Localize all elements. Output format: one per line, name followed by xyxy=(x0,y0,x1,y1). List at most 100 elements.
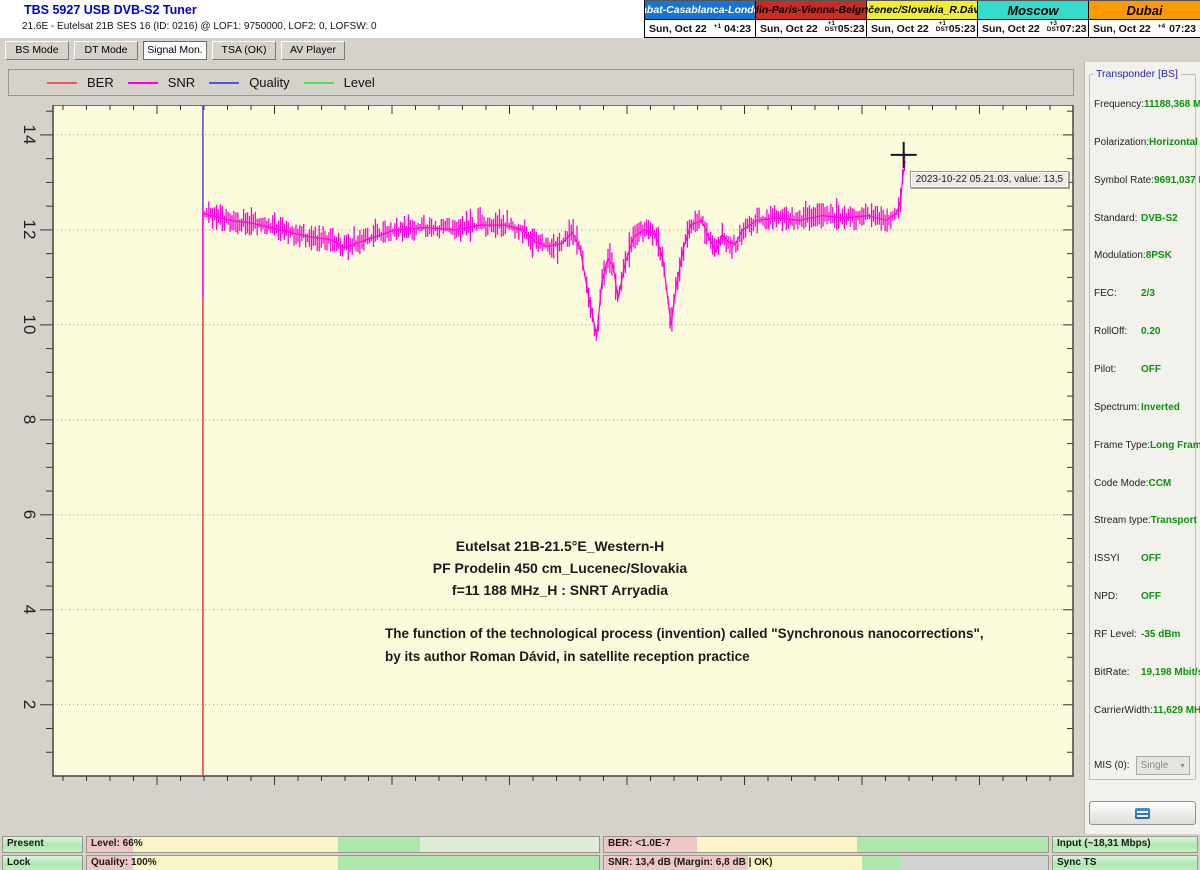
ber-label: BER: <1.0E-7 xyxy=(608,838,671,849)
quality-bar: Quality: 100% xyxy=(86,855,600,870)
tab-bs-mode[interactable]: BS Mode xyxy=(5,41,69,60)
list-icon xyxy=(1135,808,1150,819)
transponder-row: Standard:DVB-S2 xyxy=(1094,212,1196,225)
annotation-line: The function of the technological proces… xyxy=(385,622,1065,645)
tab-av-player[interactable]: AV Player xyxy=(281,41,345,60)
clock-city-label: Rabat-Casablanca-London xyxy=(645,1,755,20)
snr-plot xyxy=(38,105,1080,793)
app-title: TBS 5927 USB DVB-S2 Tuner xyxy=(24,3,197,17)
transponder-row: CarrierWidth:11,629 MHz xyxy=(1094,704,1196,717)
bar-zone xyxy=(901,856,1048,870)
legend-item-quality: Quality xyxy=(209,75,289,90)
annotation-line: f=11 188 MHz_H : SNRT Arryadia xyxy=(380,579,740,601)
param-label: Polarization: xyxy=(1094,136,1149,149)
transponder-row: RF Level:-35 dBm xyxy=(1094,628,1196,641)
bar-zone xyxy=(133,856,338,870)
clock-date: Sun, Oct 22 xyxy=(871,23,929,35)
tab-signal-mon[interactable]: Signal Mon. xyxy=(143,41,207,60)
legend-label: Level xyxy=(344,75,375,90)
clock-date-time: Sun, Oct 22 +1DST05:23 xyxy=(756,20,866,38)
y-axis-tick-label: 12 xyxy=(19,219,39,240)
sync-ts-bar: Sync TS xyxy=(1052,855,1198,870)
clock-date-time: Sun, Oct 22+1DST05:23 xyxy=(867,20,977,38)
tbs-viewer-window: TBS 5927 USB DVB-S2 Tuner 21.6E - Eutels… xyxy=(0,0,1200,870)
transponder-row: Spectrum:Inverted xyxy=(1094,401,1196,414)
level-bar: Level: 66% xyxy=(86,836,600,853)
clock-city-label: Lučenec/Slovakia_R.Dávid xyxy=(867,1,977,20)
annotation-line: Eutelsat 21B-21.5°E_Western-H xyxy=(380,535,740,557)
tab-tsa-ok[interactable]: TSA (OK) xyxy=(212,41,276,60)
mis-dropdown[interactable]: Single ▾ xyxy=(1136,756,1190,775)
chart-annotation-reception: Eutelsat 21B-21.5°E_Western-H PF Prodeli… xyxy=(380,535,740,601)
transponder-row: RollOff:0.20 xyxy=(1094,325,1196,338)
param-label: Modulation: xyxy=(1094,249,1146,262)
clock-time: 05:23 xyxy=(949,23,976,35)
clock-utc-offset: +1DST xyxy=(825,21,838,33)
param-label: RollOff: xyxy=(1094,325,1141,338)
y-axis-tick-label: 4 xyxy=(19,605,39,615)
bar-zone xyxy=(857,837,1048,852)
transponder-row: ISSYIOFF xyxy=(1094,552,1196,565)
legend-label: SNR xyxy=(168,75,195,90)
clock-utc-offset: +4 xyxy=(1158,24,1165,30)
param-value: OFF xyxy=(1141,553,1161,564)
param-value: 11188,368 MHz xyxy=(1144,99,1200,110)
stream-list-button[interactable] xyxy=(1089,801,1196,825)
chart-annotation-invention: The function of the technological proces… xyxy=(385,622,1065,668)
clock-city-label: Moscow xyxy=(978,1,1088,20)
clock-city-label: Berlin-Paris-Vienna-Belgrade xyxy=(756,1,866,20)
param-value: -35 dBm xyxy=(1141,629,1180,640)
legend-line-swatch xyxy=(47,82,77,84)
clock-time: 05:23 xyxy=(838,23,865,35)
param-label: RF Level: xyxy=(1094,628,1141,641)
bar-zone xyxy=(420,837,599,852)
legend-line-swatch xyxy=(128,82,158,84)
chevron-down-icon: ▾ xyxy=(1181,761,1185,770)
param-label: Symbol Rate: xyxy=(1094,174,1154,187)
param-label: NPD: xyxy=(1094,590,1141,603)
y-axis-tick-label: 14 xyxy=(19,124,39,145)
transponder-sidebar: Transponder [BS] Frequency:11188,368 MHz… xyxy=(1084,62,1200,834)
y-axis-tick-label: 6 xyxy=(19,510,39,520)
main-content: BERSNRQualityLevel 2468101214 Eutelsat 2… xyxy=(0,62,1200,834)
mis-label: MIS (0): xyxy=(1094,760,1130,771)
param-value: 11,629 MHz xyxy=(1153,705,1200,716)
legend-line-swatch xyxy=(209,82,239,84)
param-value: CCM xyxy=(1148,478,1171,489)
clock-date-time: Sun, Oct 22+104:23 xyxy=(645,20,755,38)
param-value: DVB-S2 xyxy=(1141,213,1178,224)
param-label: Spectrum: xyxy=(1094,401,1141,414)
transponder-row: Pilot:OFF xyxy=(1094,363,1196,376)
clock-time: 07:23 xyxy=(1169,23,1196,35)
annotation-line: by its author Roman Dávid, in satellite … xyxy=(385,645,1065,668)
param-label: FEC: xyxy=(1094,287,1141,300)
signal-status-bars: PresentLevel: 66%BER: <1.0E-7Input (~18,… xyxy=(0,834,1200,870)
param-label: Stream type: xyxy=(1094,514,1151,527)
transponder-row: Polarization:Horizontal xyxy=(1094,136,1196,149)
param-label: Frame Type: xyxy=(1094,439,1150,452)
param-label: CarrierWidth: xyxy=(1094,704,1153,717)
param-value: 0.20 xyxy=(1141,326,1160,337)
bar-zone xyxy=(338,856,599,870)
param-value: 2/3 xyxy=(1141,288,1155,299)
tab-dt-mode[interactable]: DT Mode xyxy=(74,41,138,60)
clock-time: 07:23 xyxy=(1060,23,1087,35)
clock-utc-offset: +1 xyxy=(714,24,721,30)
transponder-row: FEC:2/3 xyxy=(1094,287,1196,300)
transponder-row: Symbol Rate:9691,037 KS/s xyxy=(1094,174,1196,187)
legend-label: Quality xyxy=(249,75,289,90)
clock-date: Sun, Oct 22 xyxy=(760,23,818,35)
chart-value-tooltip: 2023-10-22 05.21.03, value: 13,5 xyxy=(910,171,1069,188)
clock-time: 04:23 xyxy=(724,23,751,35)
world-clocks: Rabat-Casablanca-LondonSun, Oct 22+104:2… xyxy=(644,0,1200,38)
lock-bar: Lock xyxy=(2,855,83,870)
snr-label: SNR: 13,4 dB (Margin: 6,8 dB | OK) xyxy=(608,857,772,868)
param-label: Frequency: xyxy=(1094,98,1144,111)
chart-legend: BERSNRQualityLevel xyxy=(8,69,1074,96)
param-value: Transport xyxy=(1151,515,1197,526)
mis-selected-value: Single xyxy=(1141,760,1169,771)
level-label: Level: 66% xyxy=(91,838,143,849)
input-label: Input (~18,31 Mbps) xyxy=(1057,838,1151,849)
transponder-row: NPD:OFF xyxy=(1094,590,1196,603)
param-label: Standard: xyxy=(1094,212,1141,225)
